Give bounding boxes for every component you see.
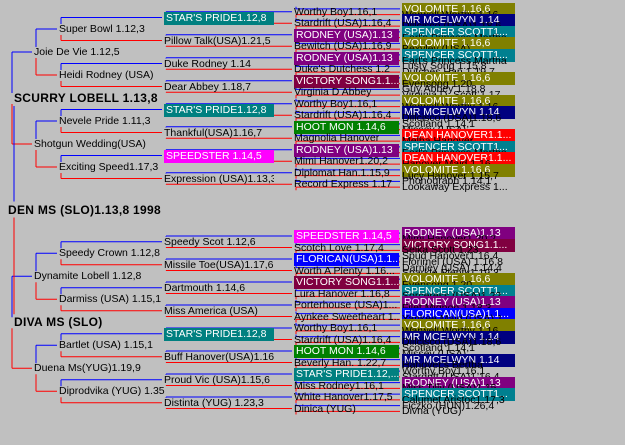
pedigree-chart: SCURRY LOBELL 1.13,8 Joie De Vie 1.12,5 Su…	[0, 0, 625, 445]
horse-name[interactable]: Diprodvika (YUG) 1.35	[59, 385, 165, 398]
horse-name[interactable]: Duke Rodney 1.14	[164, 58, 251, 71]
horse-name[interactable]: Pillow Talk(USA)1.21,5	[164, 35, 271, 48]
horse-name[interactable]: Distinta (YUG) 1.23,3	[164, 397, 264, 410]
horse-name[interactable]: Dartmouth 1.14,6	[164, 282, 245, 295]
horse-name[interactable]: Dinica (YUG)	[294, 403, 356, 416]
horse-name[interactable]: Missile Toe(USA)1.17,6	[164, 259, 274, 272]
horse-name[interactable]: Divna (YUG)	[402, 405, 462, 418]
horse-name[interactable]: Lookaway Express 1...	[402, 181, 508, 194]
horse-name[interactable]: Nevele Pride 1.11,3	[59, 115, 150, 128]
horse-name[interactable]: Speedy Crown 1.12,8	[59, 247, 160, 260]
horse-name[interactable]: STAR'S PRIDE1.12,8	[164, 103, 274, 117]
horse-name[interactable]: Proud Vic (USA)1.15,6	[164, 374, 270, 387]
horse-name[interactable]: Joie De Vie 1.12,5	[34, 46, 120, 59]
horse-name[interactable]: Duena Ms(YUG)1.19,9	[34, 362, 141, 375]
horse-name[interactable]: Buff Hanover(USA)1.16...	[164, 351, 274, 364]
horse-name[interactable]: Darmiss (USA) 1.15,1	[59, 293, 161, 306]
horse-name[interactable]: Super Bowl 1.12,3	[59, 23, 145, 36]
horse-name[interactable]: Exciting Speed1.17,3	[59, 161, 158, 174]
horse-name[interactable]: Speedy Scot 1.12,6	[164, 236, 256, 249]
horse-name[interactable]: Bartlet (USA) 1.15,1	[59, 339, 153, 352]
horse-name[interactable]: Record Express 1.17	[294, 178, 392, 191]
horse-name[interactable]: SPEEDSTER 1.14,5	[164, 149, 274, 163]
horse-name[interactable]: STAR'S PRIDE1.12,8	[164, 327, 274, 341]
horse-name[interactable]: STAR'S PRIDE1.12,8	[164, 11, 274, 25]
horse-name-major[interactable]: SCURRY LOBELL 1.13,8	[14, 91, 158, 106]
horse-name[interactable]: Dynamite Lobell 1.12,8	[34, 270, 141, 283]
horse-name-major[interactable]: DIVA MS (SLO)	[14, 315, 103, 330]
horse-name[interactable]: Miss America (USA)	[164, 305, 258, 318]
horse-name[interactable]: Expression (USA)1.13,3	[164, 173, 274, 186]
horse-name[interactable]: Thankful(USA)1.16,7	[164, 127, 262, 140]
horse-name[interactable]: Dear Abbey 1.18,7	[164, 81, 251, 94]
horse-name[interactable]: Heidi Rodney (USA)	[59, 69, 154, 82]
horse-name-major[interactable]: DEN MS (SLO)1.13,8 1998	[8, 203, 161, 218]
horse-name[interactable]: Shotgun Wedding(USA)	[34, 138, 146, 151]
